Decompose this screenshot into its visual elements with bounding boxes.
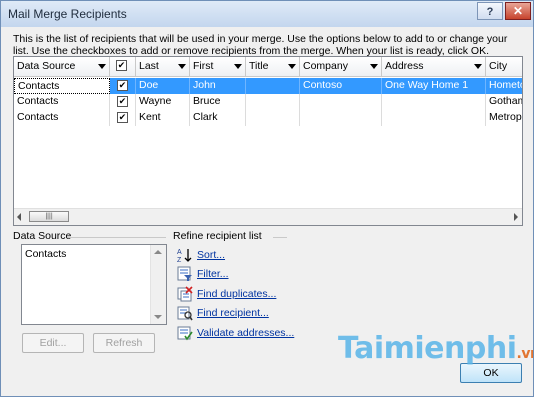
header-check-all[interactable]: ✔ [110,57,136,77]
cell-address [382,110,486,126]
cell-last: Kent [136,110,190,126]
header-data-source[interactable]: Data Source [14,57,110,77]
cell-title [246,78,300,94]
header-label: Company [303,60,348,72]
find-duplicates-icon [177,286,193,302]
find-duplicates-link[interactable]: Find duplicates... [197,288,276,300]
validate-addresses-icon [177,326,193,341]
cell-data-source: Contacts [14,78,110,94]
cell-first: John [190,78,246,94]
window-title: Mail Merge Recipients [8,7,127,21]
cell-data-source: Contacts [14,94,110,110]
cell-title [246,110,300,126]
scroll-down-icon[interactable] [154,315,162,319]
header-first[interactable]: First [190,57,246,77]
cell-city: Metrop [486,110,522,126]
find-recipient-link[interactable]: Find recipient... [197,307,269,319]
instructions-text: This is the list of recipients that will… [13,33,508,57]
cell-company [300,94,382,110]
list-item[interactable]: Contacts [25,248,66,260]
title-bar: Mail Merge Recipients ? ✕ [1,1,533,27]
cell-last: Wayne [136,94,190,110]
close-button[interactable]: ✕ [505,2,531,20]
cell-data-source: Contacts [14,110,110,126]
vertical-scrollbar[interactable] [150,245,166,324]
cell-company [300,110,382,126]
svg-text:A: A [177,249,182,256]
dropdown-arrow-icon[interactable] [234,64,242,69]
header-company[interactable]: Company [300,57,382,77]
header-label: City [489,60,508,72]
mail-merge-recipients-dialog: Mail Merge Recipients ? ✕ This is the li… [0,0,534,397]
table-row[interactable]: Contacts ✔ Doe John Contoso One Way Home… [14,78,522,94]
filter-icon [177,266,192,281]
watermark-text: Taimienphi [338,331,517,366]
header-label: First [193,60,214,72]
cell-address: One Way Home 1 [382,78,486,94]
cell-first: Bruce [190,94,246,110]
help-button[interactable]: ? [477,2,503,20]
refresh-button[interactable]: Refresh [93,333,155,353]
data-source-label: Data Source [13,230,72,242]
cell-checkbox: ✔ [110,78,136,94]
header-city[interactable]: City [486,57,522,77]
data-source-listbox[interactable]: Contacts [21,244,167,325]
cell-city: Hometo [486,78,522,94]
cell-title [246,94,300,110]
table-row[interactable]: Contacts ✔ Kent Clark Metrop [14,110,522,126]
cell-city: Gotham [486,94,522,110]
divider [273,237,287,238]
cell-checkbox: ✔ [110,110,136,126]
header-label: Address [385,60,424,72]
dropdown-arrow-icon[interactable] [98,64,106,69]
table-row[interactable]: Contacts ✔ Wayne Bruce Gotham [14,94,522,110]
dropdown-arrow-icon[interactable] [288,64,296,69]
refine-list-label: Refine recipient list [173,230,262,242]
sort-az-icon: A Z [177,249,192,263]
cell-address [382,94,486,110]
header-label: Title [249,60,269,72]
divider [68,237,166,238]
dropdown-arrow-icon[interactable] [474,64,482,69]
recipients-grid: Data Source ✔ Last First Title Company A… [13,56,523,226]
scroll-right-icon[interactable] [514,213,518,221]
row-checkbox[interactable]: ✔ [117,80,128,91]
svg-text:Z: Z [177,257,182,263]
cell-last: Doe [136,78,190,94]
header-last[interactable]: Last [136,57,190,77]
header-title[interactable]: Title [246,57,300,77]
scroll-up-icon[interactable] [154,250,162,254]
sort-link[interactable]: Sort... [197,249,225,261]
row-checkbox[interactable]: ✔ [117,112,128,123]
edit-button[interactable]: Edit... [22,333,84,353]
dropdown-arrow-icon[interactable] [178,64,186,69]
check-all-checkbox[interactable]: ✔ [116,60,127,71]
scroll-thumb[interactable]: |||| [29,211,69,222]
filter-link[interactable]: Filter... [197,268,229,280]
scroll-left-icon[interactable] [17,213,21,221]
cell-checkbox: ✔ [110,94,136,110]
row-checkbox[interactable]: ✔ [117,96,128,107]
cell-first: Clark [190,110,246,126]
dropdown-arrow-icon[interactable] [370,64,378,69]
cell-company: Contoso [300,78,382,94]
validate-addresses-link[interactable]: Validate addresses... [197,327,294,339]
header-label: Data Source [17,60,76,72]
watermark-logo: Taimienphi.vn [338,331,534,366]
horizontal-scrollbar[interactable]: |||| [14,208,522,225]
ok-button[interactable]: OK [460,363,522,383]
header-address[interactable]: Address [382,57,486,77]
header-label: Last [139,60,159,72]
watermark-suffix: .vn [516,346,534,362]
find-recipient-icon [177,306,193,321]
